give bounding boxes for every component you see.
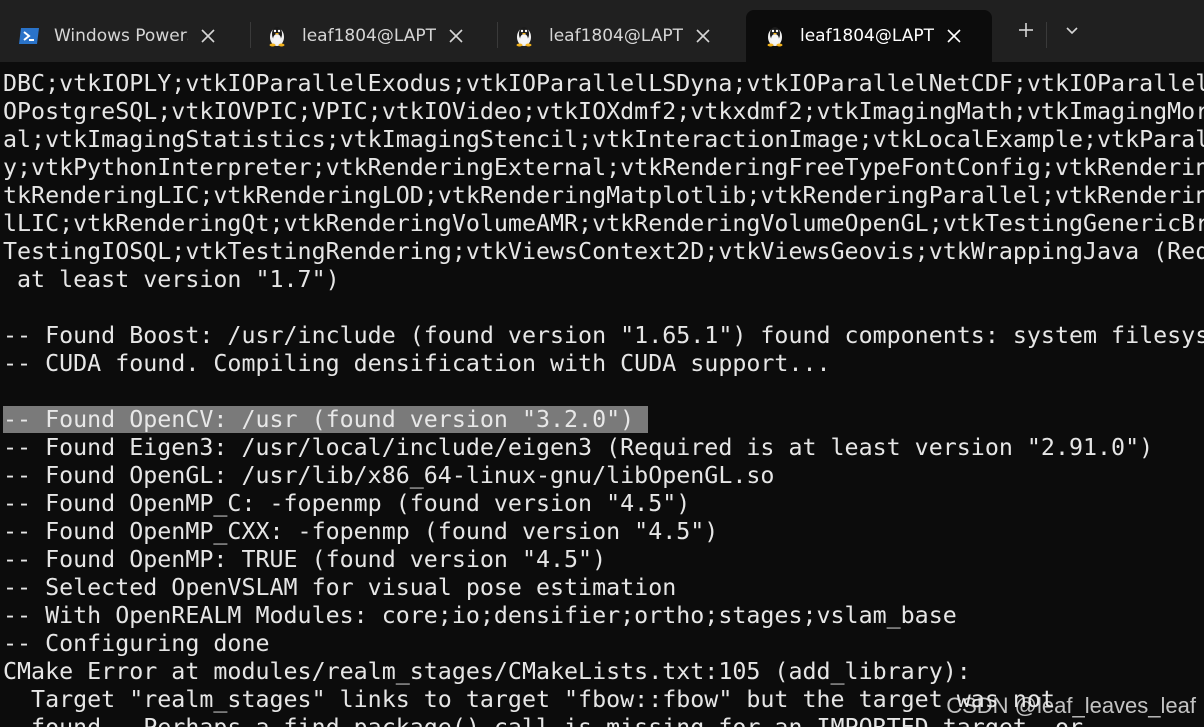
- powershell-icon: [18, 25, 40, 47]
- tab-title: leaf1804@LAPTOP: [800, 26, 934, 46]
- terminal-line: al;vtkImagingStatistics;vtkImagingStenci…: [3, 126, 1204, 153]
- tab-title: leaf1804@LAPTOP: [549, 26, 683, 46]
- tab-leaf1804-2[interactable]: leaf1804@LAPTOP: [495, 10, 743, 62]
- linux-penguin-icon: [764, 25, 786, 47]
- tab-windows-powershell[interactable]: Windows PowerShell: [0, 10, 248, 62]
- tab-bar: Windows PowerShell: [0, 0, 1204, 62]
- terminal-line: -- Found OpenGL: /usr/lib/x86_64-linux-g…: [3, 462, 775, 489]
- plus-icon: [1017, 21, 1035, 44]
- terminal-line: lLIC;vtkRenderingQt;vtkRenderingVolumeAM…: [3, 210, 1204, 237]
- terminal-line: CMake Error at modules/realm_stages/CMak…: [3, 658, 971, 685]
- linux-penguin-icon: [266, 25, 288, 47]
- tab-divider: [1046, 22, 1047, 48]
- chevron-down-icon: [1064, 22, 1080, 43]
- terminal-line: -- Selected OpenVSLAM for visual pose es…: [3, 574, 677, 601]
- tab-title: leaf1804@LAPTOP: [302, 26, 436, 46]
- terminal-line: at least version "1.7"): [3, 266, 340, 293]
- terminal-line: OPostgreSQL;vtkIOVPIC;VPIC;vtkIOVideo;vt…: [3, 98, 1204, 125]
- linux-penguin-icon: [513, 25, 535, 47]
- terminal-line: -- Found Eigen3: /usr/local/include/eige…: [3, 434, 1154, 461]
- tab-leaf1804-active[interactable]: leaf1804@LAPTOP: [746, 10, 992, 62]
- terminal-output[interactable]: DBC;vtkIOPLY;vtkIOParallelExodus;vtkIOPa…: [0, 70, 1204, 727]
- terminal-line: -- Found Boost: /usr/include (found vers…: [3, 322, 1204, 349]
- profile-dropdown-button[interactable]: [1058, 18, 1086, 46]
- terminal-line: tkRenderingLIC;vtkRenderingLOD;vtkRender…: [3, 182, 1204, 209]
- close-icon[interactable]: [448, 28, 464, 44]
- new-tab-button[interactable]: [1012, 18, 1040, 46]
- close-icon[interactable]: [695, 28, 711, 44]
- terminal-line: -- With OpenREALM Modules: core;io;densi…: [3, 602, 957, 629]
- terminal-line: -- CUDA found. Compiling densification w…: [3, 350, 831, 377]
- terminal-line: -- Configuring done: [3, 630, 270, 657]
- terminal-line: -- Found OpenMP: TRUE (found version "4.…: [3, 546, 607, 573]
- terminal-line: -- Found OpenCV: /usr (found version "3.…: [0, 406, 1204, 434]
- tab-title: Windows PowerShell: [54, 26, 188, 46]
- close-icon[interactable]: [946, 28, 962, 44]
- watermark: CSDN @leaf_leaves_leaf: [946, 693, 1196, 718]
- close-icon[interactable]: [200, 28, 216, 44]
- tab-leaf1804-1[interactable]: leaf1804@LAPTOP: [248, 10, 496, 62]
- terminal-line: TestingIOSQL;vtkTestingRendering;vtkView…: [3, 238, 1204, 265]
- terminal-line: -- Found OpenMP_C: -fopenmp (found versi…: [3, 490, 691, 517]
- terminal-line: y;vtkPythonInterpreter;vtkRenderingExter…: [3, 154, 1204, 181]
- terminal-line: DBC;vtkIOPLY;vtkIOParallelExodus;vtkIOPa…: [3, 70, 1204, 97]
- selected-text: -- Found OpenCV: /usr (found version "3.…: [3, 406, 649, 433]
- terminal-line: -- Found OpenMP_CXX: -fopenmp (found ver…: [3, 518, 719, 545]
- terminal-window: Windows PowerShell: [0, 0, 1204, 727]
